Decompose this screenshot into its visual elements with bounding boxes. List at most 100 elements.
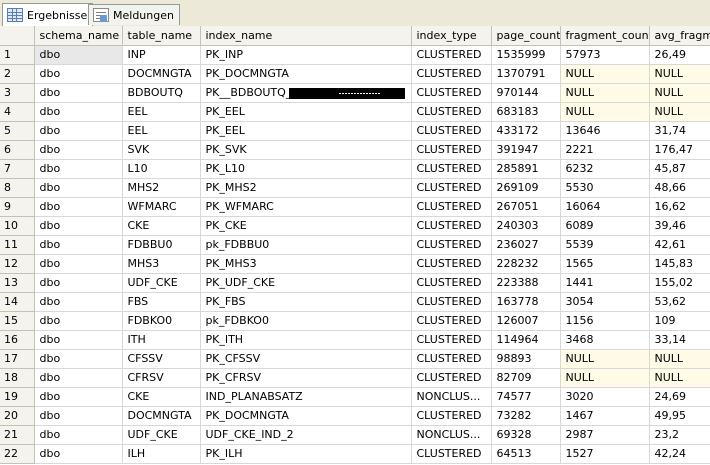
table-row[interactable]: 5 dbo EEL PK_EEL CLUSTERED 433172 13646 31,74	[0, 121, 710, 141]
cell-avg-fragme[interactable]: 39,46	[649, 216, 710, 236]
cell-table-name[interactable]: CKE	[122, 387, 201, 407]
cell-page-count[interactable]: 228232	[491, 254, 561, 274]
table-row[interactable]: 1 dbo INP PK_INP CLUSTERED 1535999 57973 26,49	[0, 45, 710, 65]
tab-results[interactable]: Ergebnisse	[2, 3, 94, 26]
cell-fragment-count[interactable]: 3020	[560, 387, 650, 407]
cell-index-name[interactable]: PK_EEL	[200, 102, 412, 122]
cell-fragment-count[interactable]: NULL	[560, 349, 650, 369]
cell-schema-name[interactable]: dbo	[34, 45, 123, 65]
cell-index-type[interactable]: CLUSTERED	[411, 292, 492, 312]
cell-index-name[interactable]: UDF_CKE_IND_2	[200, 425, 412, 445]
tab-messages[interactable]: Meldungen	[88, 4, 180, 25]
cell-index-type[interactable]: CLUSTERED	[411, 121, 492, 141]
table-row[interactable]: 6 dbo SVK PK_SVK CLUSTERED 391947 2221 176,47	[0, 140, 710, 160]
row-header[interactable]: 8	[0, 178, 35, 198]
cell-fragment-count[interactable]: 3054	[560, 292, 650, 312]
cell-index-name[interactable]: PK_MHS2	[200, 178, 412, 198]
cell-index-name[interactable]: PK_EEL	[200, 121, 412, 141]
table-row[interactable]: 3 dbo BDBOUTQ PK__BDBOUTQ_ CLUSTERED 970144 NU…	[0, 83, 710, 103]
cell-index-name[interactable]: pk_FDBKO0	[200, 311, 412, 331]
cell-fragment-count[interactable]: 1565	[560, 254, 650, 274]
table-row[interactable]: 17 dbo CFSSV PK_CFSSV CLUSTERED 98893 NULL NULL	[0, 349, 710, 369]
cell-page-count[interactable]: 1370791	[491, 64, 561, 84]
row-header[interactable]: 20	[0, 406, 35, 426]
column-header-index-name[interactable]: index_name	[200, 26, 412, 46]
cell-index-name[interactable]: pk_FDBBU0	[200, 235, 412, 255]
cell-avg-fragme[interactable]: NULL	[649, 349, 710, 369]
cell-table-name[interactable]: CFRSV	[122, 368, 201, 388]
cell-page-count[interactable]: 114964	[491, 330, 561, 350]
cell-index-name[interactable]: PK_INP	[200, 45, 412, 65]
cell-avg-fragme[interactable]: NULL	[649, 64, 710, 84]
cell-avg-fragme[interactable]: 45,87	[649, 159, 710, 179]
cell-schema-name[interactable]: dbo	[34, 64, 123, 84]
row-header[interactable]: 15	[0, 311, 35, 331]
cell-avg-fragme[interactable]: 26,49	[649, 45, 710, 65]
cell-schema-name[interactable]: dbo	[34, 311, 123, 331]
results-grid[interactable]: schema_name table_name index_name index_typ…	[0, 26, 710, 465]
cell-schema-name[interactable]: dbo	[34, 102, 123, 122]
table-row[interactable]: 15 dbo FDBKO0 pk_FDBKO0 CLUSTERED 126007 1156 1…	[0, 311, 710, 331]
row-header[interactable]: 16	[0, 330, 35, 350]
cell-fragment-count[interactable]: 5530	[560, 178, 650, 198]
cell-index-type[interactable]: CLUSTERED	[411, 444, 492, 464]
cell-fragment-count[interactable]: NULL	[560, 102, 650, 122]
cell-schema-name[interactable]: dbo	[34, 159, 123, 179]
cell-avg-fragme[interactable]: NULL	[649, 368, 710, 388]
cell-table-name[interactable]: SVK	[122, 140, 201, 160]
cell-page-count[interactable]: 98893	[491, 349, 561, 369]
row-header[interactable]: 17	[0, 349, 35, 369]
cell-schema-name[interactable]: dbo	[34, 349, 123, 369]
cell-schema-name[interactable]: dbo	[34, 425, 123, 445]
cell-table-name[interactable]: MHS3	[122, 254, 201, 274]
row-header[interactable]: 5	[0, 121, 35, 141]
cell-avg-fragme[interactable]: 42,24	[649, 444, 710, 464]
cell-index-type[interactable]: CLUSTERED	[411, 197, 492, 217]
cell-index-type[interactable]: CLUSTERED	[411, 406, 492, 426]
cell-index-name[interactable]: PK_ILH	[200, 444, 412, 464]
cell-index-name[interactable]: PK_DOCMNGTA	[200, 64, 412, 84]
cell-avg-fragme[interactable]: NULL	[649, 102, 710, 122]
cell-index-name[interactable]: PK_FBS	[200, 292, 412, 312]
cell-fragment-count[interactable]: 6232	[560, 159, 650, 179]
table-row[interactable]: 22 dbo ILH PK_ILH CLUSTERED 64513 1527 42,24	[0, 444, 710, 464]
cell-table-name[interactable]: INP	[122, 45, 201, 65]
cell-fragment-count[interactable]: NULL	[560, 83, 650, 103]
cell-index-type[interactable]: CLUSTERED	[411, 64, 492, 84]
grid-corner-cell[interactable]	[0, 26, 35, 46]
cell-page-count[interactable]: 74577	[491, 387, 561, 407]
column-header-schema-name[interactable]: schema_name	[34, 26, 123, 46]
table-row[interactable]: 16 dbo ITH PK_ITH CLUSTERED 114964 3468 33,14	[0, 330, 710, 350]
cell-table-name[interactable]: ILH	[122, 444, 201, 464]
table-row[interactable]: 11 dbo FDBBU0 pk_FDBBU0 CLUSTERED 236027 5539 4…	[0, 235, 710, 255]
cell-index-type[interactable]: CLUSTERED	[411, 83, 492, 103]
cell-page-count[interactable]: 126007	[491, 311, 561, 331]
table-row[interactable]: 20 dbo DOCMNGTA PK_DOCMNGTA CLUSTERED 73282 14…	[0, 406, 710, 426]
cell-schema-name[interactable]: dbo	[34, 121, 123, 141]
column-header-avg-fragme[interactable]: avg_fragme	[649, 26, 710, 46]
cell-index-name[interactable]: PK_DOCMNGTA	[200, 406, 412, 426]
cell-schema-name[interactable]: dbo	[34, 178, 123, 198]
cell-index-type[interactable]: CLUSTERED	[411, 159, 492, 179]
cell-table-name[interactable]: EEL	[122, 121, 201, 141]
cell-index-type[interactable]: NONCLUS...	[411, 425, 492, 445]
cell-fragment-count[interactable]: 3468	[560, 330, 650, 350]
cell-fragment-count[interactable]: 13646	[560, 121, 650, 141]
cell-avg-fragme[interactable]: 53,62	[649, 292, 710, 312]
cell-fragment-count[interactable]: 5539	[560, 235, 650, 255]
cell-table-name[interactable]: L10	[122, 159, 201, 179]
cell-index-type[interactable]: CLUSTERED	[411, 140, 492, 160]
table-row[interactable]: 10 dbo CKE PK_CKE CLUSTERED 240303 6089 39,46	[0, 216, 710, 236]
row-header[interactable]: 3	[0, 83, 35, 103]
cell-table-name[interactable]: FBS	[122, 292, 201, 312]
cell-fragment-count[interactable]: 6089	[560, 216, 650, 236]
row-header[interactable]: 22	[0, 444, 35, 464]
cell-table-name[interactable]: BDBOUTQ	[122, 83, 201, 103]
table-row[interactable]: 9 dbo WFMARC PK_WFMARC CLUSTERED 267051 16064 1…	[0, 197, 710, 217]
cell-index-type[interactable]: CLUSTERED	[411, 216, 492, 236]
column-header-page-count[interactable]: page_count	[491, 26, 561, 46]
column-header-fragment-count[interactable]: fragment_count	[560, 26, 650, 46]
cell-avg-fragme[interactable]: 24,69	[649, 387, 710, 407]
row-header[interactable]: 2	[0, 64, 35, 84]
cell-index-type[interactable]: CLUSTERED	[411, 273, 492, 293]
